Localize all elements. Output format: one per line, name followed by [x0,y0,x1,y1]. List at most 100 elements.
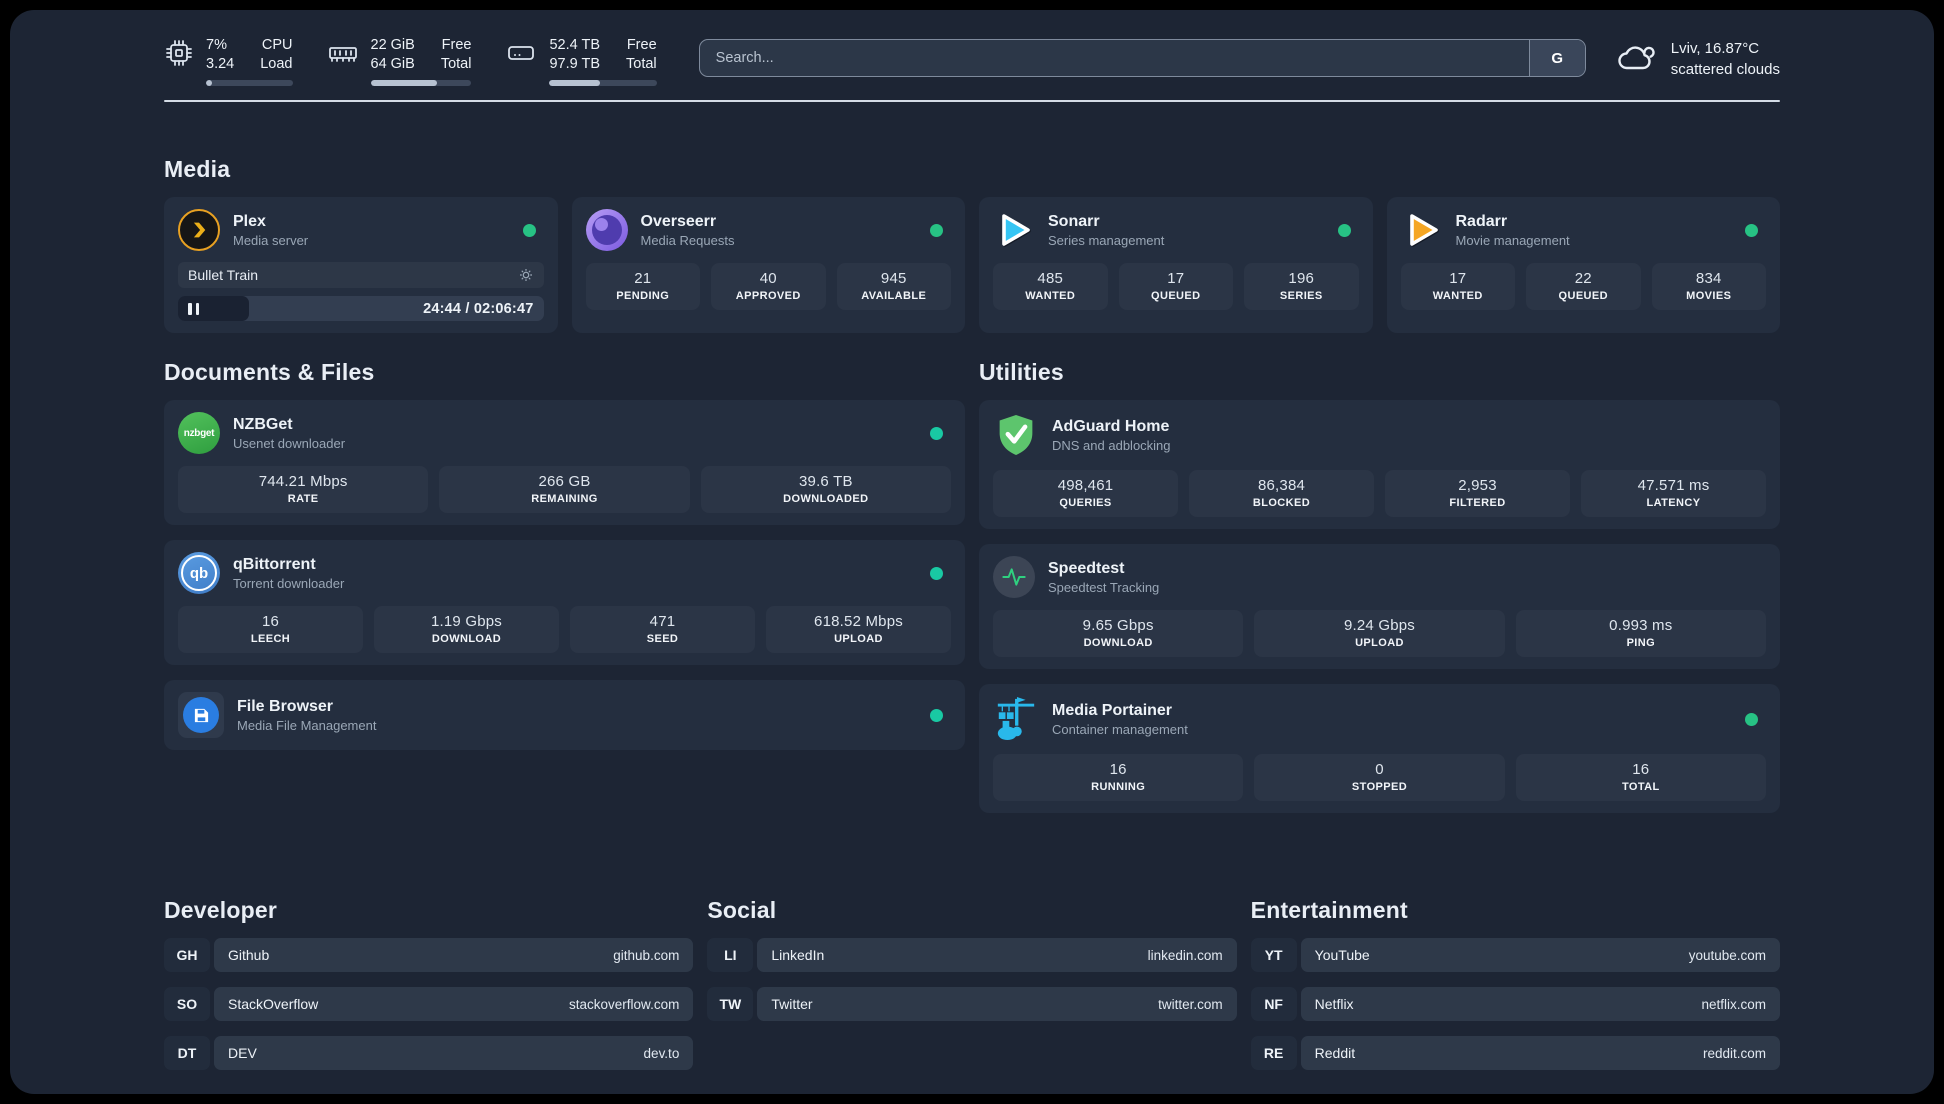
search-input[interactable] [699,40,1529,76]
disk-widget: 52.4 TB 97.9 TB Free Total [505,36,657,86]
bookmark-name: Twitter [771,996,813,1012]
stat-tile: 834 MOVIES [1651,263,1766,310]
stat-tile: 0 STOPPED [1254,754,1505,801]
stat-tile: 17 QUEUED [1118,263,1233,310]
radarr-icon [1401,209,1443,251]
memory-total: 64 GiB [370,56,415,72]
bookmark-netflix[interactable]: NF Netflix netflix.com [1250,987,1780,1021]
stat-tile: 1.19 Gbps DOWNLOAD [374,606,559,653]
memory-label-bottom: Total [440,56,472,72]
app-desc: DNS and adblocking [1052,437,1171,453]
now-playing-row: Bullet Train [178,262,544,288]
stat-tile: 86,384 BLOCKED [1189,470,1374,517]
bookmark-abbr: NF [1250,987,1297,1021]
bookmark-url: youtube.com [1688,947,1766,963]
plex-card[interactable]: Plex Media server Bullet Train 24:44 / 0… [164,197,558,333]
stat-tile: 16 RUNNING [993,754,1244,801]
bookmark-reddit[interactable]: RE Reddit reddit.com [1250,1036,1780,1070]
app-name: AdGuard Home [1052,417,1170,435]
stat-tile: 40 APPROVED [711,263,826,310]
pause-icon [188,302,199,315]
speedtest-card[interactable]: Speedtest Speedtest Tracking 9.65 Gbps DO… [979,544,1780,669]
overseerr-card[interactable]: Overseerr Media Requests 21 PENDING 40 APP… [571,197,965,333]
app-desc: Movie management [1455,232,1570,248]
bookmark-name: DEV [228,1045,257,1061]
bookmark-dev[interactable]: DT DEV dev.to [164,1036,694,1070]
cpu-label-top: CPU [261,37,293,53]
app-desc: Media File Management [237,717,377,733]
weather-location-temp: Lviv, 16.87°C [1670,40,1760,57]
bookmark-linkedin[interactable]: LI LinkedIn linkedin.com [707,938,1237,972]
adguard-icon [993,412,1039,458]
section-title-media: Media [164,156,231,182]
bookmark-stackoverflow[interactable]: SO StackOverflow stackoverflow.com [164,987,694,1021]
stat-tile: 21 PENDING [585,263,700,310]
filebrowser-icon [178,692,224,738]
cloud-icon [1616,40,1658,79]
bookmark-name: Reddit [1314,1045,1356,1061]
bookmark-youtube[interactable]: YT YouTube youtube.com [1250,938,1780,972]
bookmark-name: YouTube [1314,947,1370,963]
social-group: Social LI LinkedIn linkedin.com TW Twitte… [707,897,1237,1070]
stat-tile: 16 LEECH [178,606,363,653]
app-name: Radarr [1455,212,1508,230]
bookmark-url: twitter.com [1158,996,1223,1012]
bookmark-github[interactable]: GH Github github.com [164,938,694,972]
search-engine-button[interactable]: G [1528,40,1585,76]
app-desc: Media server [233,232,309,248]
adguard-card[interactable]: AdGuard Home DNS and adblocking 498,461 Q… [979,400,1780,529]
dashboard-page: 7% 3.24 CPU Load 22 GiB 64 GiB Free Tota… [10,10,1934,1094]
app-desc: Usenet downloader [233,435,346,451]
qbittorrent-icon: qb [178,552,220,594]
status-dot [930,426,943,440]
speedtest-icon [993,556,1035,598]
cpu-icon [164,38,194,68]
radarr-card[interactable]: Radarr Movie management 17 WANTED 22 QUEUE… [1386,197,1780,333]
bookmark-abbr: YT [1250,938,1297,972]
stat-tile: 2,953 FILTERED [1385,470,1570,517]
section-title-documents: Documents & Files [164,359,375,385]
portainer-card[interactable]: Media Portainer Container management 16 R… [979,684,1780,813]
status-dot [930,708,943,722]
bookmark-twitter[interactable]: TW Twitter twitter.com [707,987,1237,1021]
sonarr-icon [993,209,1035,251]
section-title-utilities: Utilities [979,359,1064,385]
cpu-progress-bar [206,80,293,86]
app-name: Overseerr [640,212,717,230]
bookmark-url: reddit.com [1702,1045,1766,1061]
app-desc: Speedtest Tracking [1048,579,1160,595]
sonarr-card[interactable]: Sonarr Series management 485 WANTED 17 QUE… [979,197,1373,333]
section-title-developer: Developer [164,897,278,923]
stat-tile: 0.993 ms PING [1515,610,1766,657]
portainer-icon [993,696,1039,742]
disk-total: 97.9 TB [549,56,601,72]
status-dot [522,223,536,237]
gear-icon[interactable] [518,267,534,283]
memory-free: 22 GiB [370,37,415,53]
app-name: NZBGet [233,415,293,433]
developer-group: Developer GH Github github.com SO StackOv… [164,897,694,1070]
nzbget-card[interactable]: nzbget NZBGet Usenet downloader 744.21 M… [164,400,965,525]
disk-label-bottom: Total [626,56,657,72]
qbittorrent-card[interactable]: qb qBittorrent Torrent downloader 16 LEEC… [164,540,965,665]
disk-progress-bar [549,80,657,86]
bookmark-abbr: DT [164,1036,210,1070]
top-bar: 7% 3.24 CPU Load 22 GiB 64 GiB Free Tota… [164,34,1780,88]
bookmark-abbr: LI [707,938,754,972]
plex-icon [178,209,220,251]
status-dot [1745,712,1758,726]
stat-tile: 485 WANTED [993,263,1108,310]
section-title-social: Social [707,897,777,923]
bookmark-abbr: SO [164,987,210,1021]
utilities-column: Utilities AdGuard Home DNS and adblockin… [979,359,1780,813]
nzbget-icon: nzbget [178,412,220,454]
stat-tile: 39.6 TB DOWNLOADED [700,466,951,513]
bookmark-url: stackoverflow.com [569,996,680,1012]
cpu-label-bottom: Load [260,56,293,72]
filebrowser-card[interactable]: File Browser Media File Management [164,680,965,750]
cpu-percent: 7% [206,37,227,53]
memory-widget: 22 GiB 64 GiB Free Total [327,36,472,86]
app-desc: Series management [1048,232,1165,248]
status-dot [930,566,943,580]
stat-tile: 47.571 ms LATENCY [1581,470,1766,517]
